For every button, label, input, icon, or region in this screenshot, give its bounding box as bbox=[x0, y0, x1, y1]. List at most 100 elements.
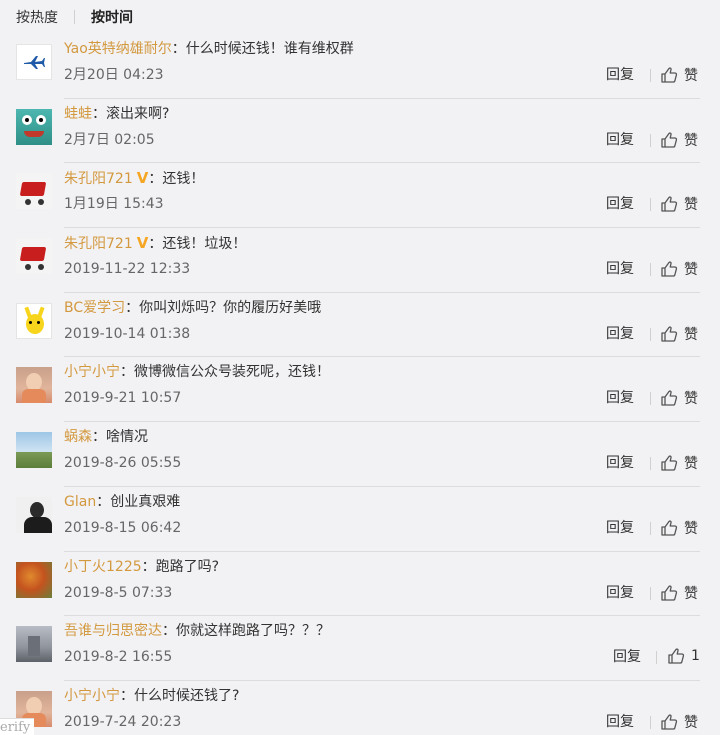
like-button[interactable]: 赞 bbox=[660, 130, 698, 150]
reply-button[interactable]: 回复 bbox=[606, 389, 634, 407]
reply-button[interactable]: 回复 bbox=[606, 131, 634, 149]
like-label: 赞 bbox=[684, 520, 698, 537]
sort-divider bbox=[74, 10, 75, 24]
comment-line: Glan：创业真艰难 bbox=[64, 492, 180, 512]
username-link[interactable]: 蜗森 bbox=[64, 429, 92, 445]
comment-item: 朱孔阳721 V：还钱！垃圾！ 2019-11-22 12:33 回复 赞 bbox=[0, 228, 720, 293]
username-link[interactable]: 蛙蛙 bbox=[64, 106, 92, 122]
username-link[interactable]: BC爱学习 bbox=[64, 300, 125, 316]
like-label: 1 bbox=[691, 648, 700, 665]
like-button[interactable]: 赞 bbox=[660, 583, 698, 603]
thumbs-up-icon bbox=[661, 455, 678, 471]
like-label: 赞 bbox=[684, 391, 698, 408]
comment-time: 2019-9-21 10:57 bbox=[64, 390, 182, 407]
comment-line: 小宁小宁：微博微信公众号装死呢，还钱！ bbox=[64, 362, 330, 382]
verified-badge-icon: V bbox=[136, 169, 149, 188]
sort-by-time-tab[interactable]: 按时间 bbox=[91, 7, 133, 27]
like-button[interactable]: 赞 bbox=[660, 194, 698, 214]
action-divider bbox=[650, 521, 651, 535]
comment-text: 创业真艰难 bbox=[110, 493, 181, 510]
action-divider bbox=[650, 586, 651, 600]
thumbs-up-icon bbox=[661, 132, 678, 148]
username-link[interactable]: Yao英特纳雄耐尔 bbox=[64, 41, 172, 57]
action-divider bbox=[650, 715, 651, 729]
comment-time: 1月19日 15:43 bbox=[64, 196, 164, 213]
thumbs-up-icon bbox=[661, 196, 678, 213]
thumbs-up-icon bbox=[661, 520, 678, 536]
username-link[interactable]: Glan bbox=[64, 494, 96, 510]
verified-badge-icon: V bbox=[136, 234, 149, 253]
colon: ： bbox=[125, 299, 140, 316]
colon: ： bbox=[96, 493, 111, 510]
username-link[interactable]: 吾谁与归思密达 bbox=[64, 623, 162, 639]
reply-button[interactable]: 回复 bbox=[606, 325, 634, 343]
comment-time: 2019-8-2 16:55 bbox=[64, 649, 173, 666]
thumbs-up-icon bbox=[661, 584, 678, 601]
like-label: 赞 bbox=[684, 197, 698, 214]
reply-button[interactable]: 回复 bbox=[606, 260, 634, 278]
comment-line: 小宁小宁：什么时候还钱了? bbox=[64, 686, 239, 706]
like-button[interactable]: 赞 bbox=[660, 518, 698, 538]
reply-button[interactable]: 回复 bbox=[606, 713, 634, 731]
comment-time: 2019-8-26 05:55 bbox=[64, 455, 182, 472]
colon: ： bbox=[171, 41, 186, 57]
avatar[interactable] bbox=[16, 496, 52, 533]
comment-time: 2019-8-5 07:33 bbox=[64, 584, 173, 601]
comment-list: Yao英特纳雄耐尔：什么时候还钱！谁有维权群 2月20日 04:23 回复赞蛙蛙：滚… bbox=[0, 34, 720, 735]
colon: ： bbox=[92, 105, 106, 122]
comment-time: 2月20日 04:23 bbox=[64, 67, 164, 83]
sort-by-hot-tab[interactable]: 按热度 bbox=[16, 7, 58, 27]
reply-button[interactable]: 回复 bbox=[613, 648, 641, 666]
reply-button[interactable]: 回复 bbox=[606, 66, 634, 84]
colon: ： bbox=[141, 558, 156, 575]
action-divider bbox=[650, 457, 651, 471]
like-button[interactable]: 1 bbox=[667, 647, 700, 665]
comment-time: 2月7日 02:05 bbox=[64, 131, 155, 148]
comment-time: 2019-10-14 01:38 bbox=[64, 325, 191, 342]
like-button[interactable]: 赞 bbox=[660, 65, 698, 85]
comment-line: 朱孔阳721 V：还钱！垃圾！ bbox=[64, 233, 246, 254]
comment-item: 蜗森：啥情况 2019-8-26 05:55 回复 赞 bbox=[0, 422, 720, 487]
reply-button[interactable]: 回复 bbox=[606, 195, 634, 213]
avatar[interactable] bbox=[16, 302, 52, 339]
avatar[interactable] bbox=[16, 432, 52, 469]
avatar[interactable] bbox=[16, 561, 52, 598]
comment-item: 蛙蛙：滚出来啊? 2月7日 02:05 回复 赞 bbox=[0, 99, 720, 164]
reply-button[interactable]: 回复 bbox=[606, 519, 634, 537]
avatar[interactable] bbox=[16, 367, 52, 404]
like-label: 赞 bbox=[684, 714, 698, 731]
username-link[interactable]: 朱孔阳721 bbox=[64, 171, 133, 187]
avatar[interactable] bbox=[16, 108, 52, 145]
username-link[interactable]: 小丁火1225 bbox=[64, 559, 142, 575]
thumbs-up-icon bbox=[661, 261, 678, 277]
watermark-text: erify bbox=[0, 718, 35, 735]
comment-item: 小宁小宁：什么时候还钱了? 2019-7-24 20:23 回复 赞 bbox=[0, 681, 720, 735]
comment-line: Yao英特纳雄耐尔：什么时候还钱！谁有维权群 bbox=[64, 39, 354, 59]
like-button[interactable]: 赞 bbox=[660, 388, 698, 408]
avatar[interactable] bbox=[16, 44, 52, 80]
thumbs-up-icon bbox=[661, 714, 678, 730]
like-label: 赞 bbox=[684, 262, 698, 279]
comment-item: Yao英特纳雄耐尔：什么时候还钱！谁有维权群 2月20日 04:23 回复 赞 bbox=[0, 34, 720, 99]
like-button[interactable]: 赞 bbox=[660, 453, 698, 473]
action-divider bbox=[650, 133, 651, 147]
action-divider bbox=[650, 327, 651, 341]
avatar[interactable] bbox=[16, 173, 52, 210]
comment-item: 小丁火1225：跑路了吗? 2019-8-5 07:33 回复 赞 bbox=[0, 552, 720, 617]
like-button[interactable]: 赞 bbox=[660, 712, 698, 732]
avatar[interactable] bbox=[16, 238, 52, 275]
username-link[interactable]: 朱孔阳721 bbox=[64, 236, 133, 252]
like-button[interactable]: 赞 bbox=[660, 324, 698, 344]
username-link[interactable]: 小宁小宁 bbox=[64, 688, 120, 704]
sort-bar: 按热度 按时间 bbox=[0, 0, 720, 34]
reply-button[interactable]: 回复 bbox=[606, 454, 634, 472]
action-divider bbox=[650, 198, 651, 212]
like-button[interactable]: 赞 bbox=[660, 259, 698, 279]
username-link[interactable]: 小宁小宁 bbox=[64, 364, 120, 380]
comment-line: BC爱学习：你叫刘烁吗？你的履历好美哦 bbox=[64, 298, 321, 318]
action-divider bbox=[650, 263, 651, 277]
colon: ： bbox=[148, 236, 163, 253]
reply-button[interactable]: 回复 bbox=[606, 584, 634, 602]
avatar[interactable] bbox=[16, 626, 52, 663]
colon: ： bbox=[162, 623, 176, 640]
